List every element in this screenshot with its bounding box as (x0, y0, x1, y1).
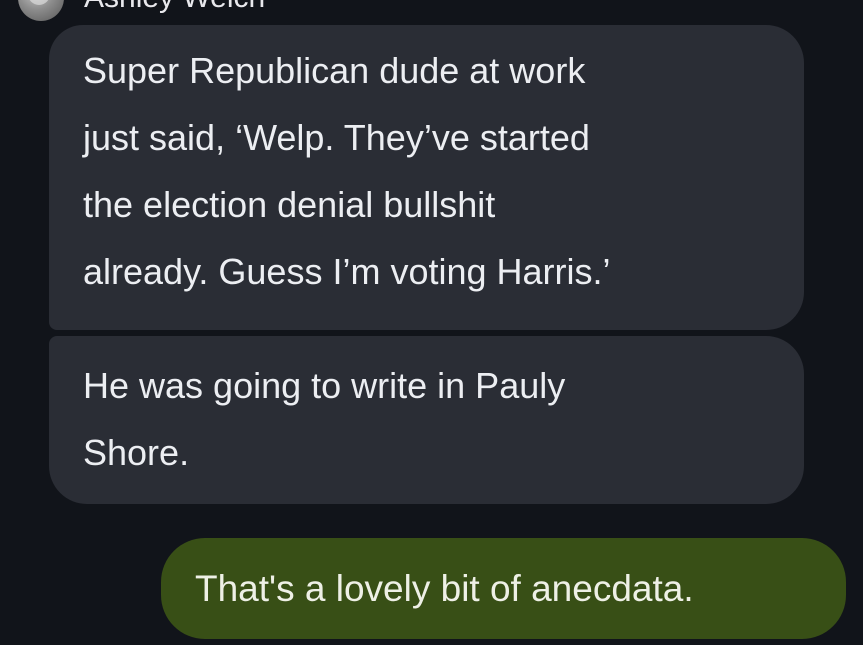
sender-name: Ashley Welch (84, 0, 265, 18)
message-thread: Ashley Welch Super Republican dude at wo… (0, 0, 863, 645)
message-text-line: Shore. (83, 432, 190, 473)
incoming-message-bubble[interactable]: Super Republican dude at work just said,… (49, 25, 804, 330)
message-text-line: That's a lovely bit of anecdata. (195, 568, 694, 609)
message-text-line: He was going to write in Pauly (83, 365, 566, 406)
incoming-message-bubble[interactable]: He was going to write in Pauly Shore. (49, 336, 804, 504)
message-text-line: already. Guess I’m voting Harris.’ (83, 251, 611, 292)
avatar[interactable] (18, 0, 64, 21)
message-text-line: just said, ‘Welp. They’ve started (83, 117, 590, 158)
message-text-line: Super Republican dude at work (83, 50, 586, 91)
message-text-line: the election denial bullshit (83, 184, 496, 225)
outgoing-message-bubble[interactable]: That's a lovely bit of anecdata. (161, 538, 846, 639)
sender-header: Ashley Welch (18, 0, 265, 21)
